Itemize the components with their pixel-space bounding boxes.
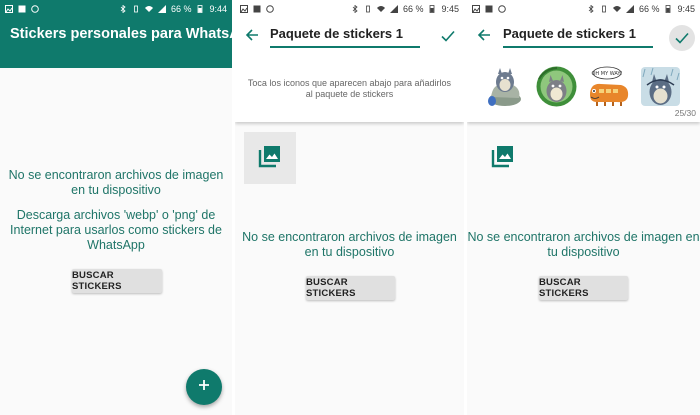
empty-message: No se encontraron archivos de imagen en … xyxy=(467,230,700,259)
vibrate-icon xyxy=(600,5,608,13)
battery-icon xyxy=(428,4,436,13)
status-bar: 66 % 9:45 xyxy=(235,0,464,17)
sticker-strip: OH MY WAY! xyxy=(483,65,700,108)
search-stickers-button[interactable]: BUSCAR STICKERS xyxy=(306,276,395,300)
clock: 9:45 xyxy=(677,3,695,14)
search-stickers-button[interactable]: BUSCAR STICKERS xyxy=(72,269,162,293)
status-bar: 66 % 9:45 xyxy=(467,0,700,17)
pack-header: 66 % 9:45 Paquete de stickers 1 Toca los… xyxy=(235,0,464,122)
battery-percent: 66 % xyxy=(638,3,660,14)
battery-percent: 66 % xyxy=(402,3,424,14)
sticker-totoro-partial[interactable] xyxy=(691,65,700,108)
sticker-totoro-rock[interactable] xyxy=(483,65,526,108)
gallery-notification-icon xyxy=(253,5,261,13)
app-title: Stickers personales para WhatsApp xyxy=(10,26,232,42)
screen-home: 66 % 9:44 Stickers personales para Whats… xyxy=(0,0,232,415)
add-fab-button[interactable] xyxy=(186,369,222,405)
search-stickers-button[interactable]: BUSCAR STICKERS xyxy=(539,276,628,300)
pack-hint: Toca los iconos que aparecen abajo para … xyxy=(247,78,452,99)
vibrate-icon xyxy=(364,5,372,13)
pack-header: 66 % 9:45 Paquete de stickers 1 OH MY WA… xyxy=(467,0,700,122)
clock: 9:44 xyxy=(209,3,227,14)
image-notification-icon xyxy=(240,4,248,13)
clock: 9:45 xyxy=(441,3,459,14)
screen-pack-with-stickers: 66 % 9:45 Paquete de stickers 1 OH MY WA… xyxy=(467,0,700,415)
whatsapp-notification-icon xyxy=(266,4,274,13)
back-arrow-icon[interactable] xyxy=(245,28,259,42)
gallery-notification-icon xyxy=(18,5,26,13)
gallery-notification-icon xyxy=(485,5,493,13)
wifi-icon xyxy=(612,5,621,13)
battery-percent: 66 % xyxy=(170,3,192,14)
photo-library-icon xyxy=(490,143,516,174)
check-icon[interactable] xyxy=(440,28,456,44)
signal-icon xyxy=(389,4,398,13)
sticker-totoro-rain[interactable] xyxy=(639,65,682,108)
whatsapp-notification-icon xyxy=(498,4,506,13)
sticker-catbus[interactable]: OH MY WAY! xyxy=(587,65,630,108)
wifi-icon xyxy=(144,5,153,13)
plus-icon xyxy=(198,378,210,396)
photo-library-icon xyxy=(257,143,283,174)
bluetooth-icon xyxy=(351,4,359,13)
vibrate-icon xyxy=(132,5,140,13)
sticker-counter: 25/30 xyxy=(674,108,696,118)
check-icon[interactable] xyxy=(669,25,695,51)
gallery-button[interactable] xyxy=(244,132,296,184)
empty-message: No se encontraron archivos de imagen en … xyxy=(8,168,224,197)
signal-icon xyxy=(157,4,166,13)
screen-pack-editor: 66 % 9:45 Paquete de stickers 1 Toca los… xyxy=(235,0,464,415)
gallery-button[interactable] xyxy=(477,132,529,184)
image-notification-icon xyxy=(472,4,480,13)
sticker-speech-text: OH MY WAY! xyxy=(591,71,622,77)
back-arrow-icon[interactable] xyxy=(477,28,491,42)
empty-message: No se encontraron archivos de imagen en … xyxy=(242,230,457,259)
whatsapp-notification-icon xyxy=(31,4,39,13)
pack-name-input[interactable]: Paquete de stickers 1 xyxy=(270,26,420,48)
pack-name-input[interactable]: Paquete de stickers 1 xyxy=(503,26,653,48)
wifi-icon xyxy=(376,5,385,13)
sticker-totoro-circle[interactable] xyxy=(535,65,578,108)
download-hint: Descarga archivos 'webp' o 'png' de Inte… xyxy=(10,208,222,252)
app-bar: 66 % 9:44 Stickers personales para Whats… xyxy=(0,0,232,68)
status-bar: 66 % 9:44 xyxy=(0,0,232,17)
battery-icon xyxy=(664,4,672,13)
signal-icon xyxy=(625,4,634,13)
battery-icon xyxy=(196,4,204,13)
bluetooth-icon xyxy=(587,4,595,13)
image-notification-icon xyxy=(5,4,13,13)
bluetooth-icon xyxy=(119,4,127,13)
